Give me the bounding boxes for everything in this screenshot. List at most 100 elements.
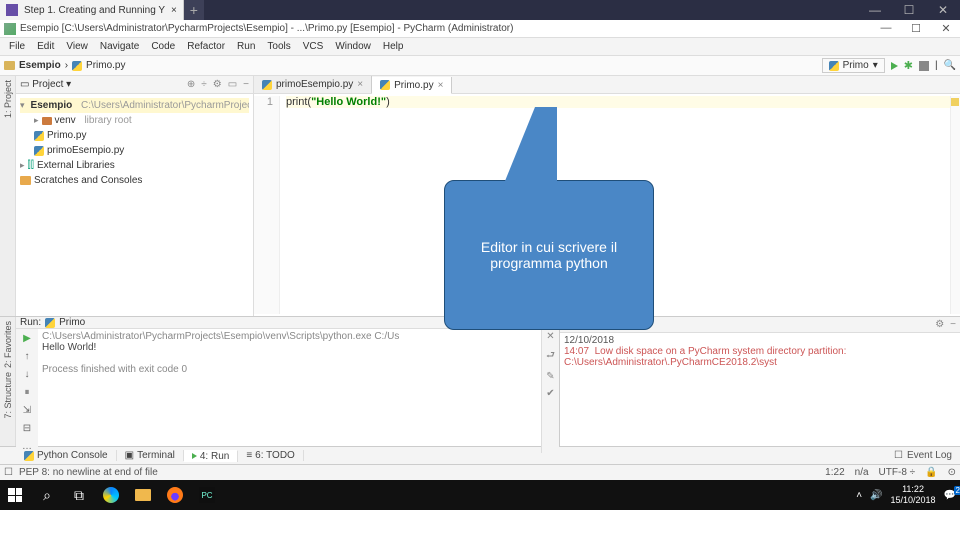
menu-view[interactable]: View <box>61 41 93 52</box>
wrap-button[interactable]: ⇲ <box>20 403 34 417</box>
panel-tool-icon[interactable]: ⊕ <box>187 79 195 90</box>
python-file-icon <box>34 146 44 156</box>
menu-edit[interactable]: Edit <box>32 41 59 52</box>
menu-run[interactable]: Run <box>232 41 260 52</box>
pycharm-icon: PC <box>199 487 215 503</box>
print-icon[interactable]: ⮐ <box>546 348 555 365</box>
encoding-selector[interactable]: UTF-8 ÷ <box>879 467 916 478</box>
pause-button[interactable]: ⏸ <box>20 385 34 399</box>
breadcrumb-project[interactable]: Esempio <box>19 60 61 71</box>
tab-python-console[interactable]: Python Console <box>16 450 117 461</box>
panel-tool-icon[interactable]: ▭ <box>228 79 237 90</box>
menu-tools[interactable]: Tools <box>262 41 295 52</box>
down-button[interactable]: ↓ <box>20 367 34 381</box>
tab-todo[interactable]: ≡ 6: TODO <box>238 450 304 461</box>
minimize-button[interactable]: — <box>876 22 896 35</box>
panel-tool-icon[interactable]: ÷ <box>201 79 207 90</box>
edit-icon[interactable]: ✎ <box>546 371 554 382</box>
hide-panel-icon[interactable]: − <box>243 79 249 90</box>
close-icon[interactable]: ✕ <box>546 331 554 342</box>
new-tab-button[interactable]: + <box>184 0 204 20</box>
event-log-output[interactable]: 12/10/2018 14:07 Low disk space on a PyC… <box>560 333 960 446</box>
tab-project[interactable]: 1: Project <box>3 80 13 118</box>
overview-icon[interactable]: ⊙ <box>948 467 956 478</box>
navigation-bar: Esempio › Primo.py Primo ▾ ✱ | 🔍 <box>0 56 960 76</box>
close-button[interactable]: ✕ <box>926 0 960 20</box>
close-tab-icon[interactable]: × <box>438 80 444 91</box>
menu-code[interactable]: Code <box>146 41 180 52</box>
menu-navigate[interactable]: Navigate <box>95 41 144 52</box>
breadcrumb-file[interactable]: Primo.py <box>86 60 125 71</box>
taskbar-pycharm[interactable]: PC <box>196 484 218 506</box>
tree-external-libraries[interactable]: ▸ ⫿⫿ External Libraries <box>20 158 249 173</box>
run-button[interactable] <box>891 62 898 70</box>
minimize-button[interactable]: — <box>858 0 892 20</box>
editor-tab-bar: primoEsempio.py × Primo.py × <box>254 76 960 94</box>
left-tool-gutter: 1: Project <box>0 76 16 316</box>
code-line[interactable]: print("Hello World!") <box>286 96 950 108</box>
menu-refactor[interactable]: Refactor <box>182 41 230 52</box>
maximize-button[interactable]: ☐ <box>906 22 926 35</box>
tab-favorites[interactable]: 2: Favorites <box>3 321 13 368</box>
run-action-gutter: ▶ ↑ ↓ ⏸ ⇲ ⊟ … <box>16 329 38 453</box>
maximize-button[interactable]: ☐ <box>892 0 926 20</box>
menu-help[interactable]: Help <box>378 41 409 52</box>
tree-file-primo[interactable]: Primo.py <box>34 128 249 143</box>
caret-position[interactable]: 1:22 <box>825 467 844 478</box>
start-button[interactable] <box>4 484 26 506</box>
system-clock[interactable]: 11:22 15/10/2018 <box>891 484 936 506</box>
close-icon[interactable]: × <box>171 5 177 16</box>
console-output[interactable]: C:\Users\Administrator\PycharmProjects\E… <box>38 329 541 453</box>
debug-button[interactable]: ✱ <box>904 59 913 72</box>
run-config-selector[interactable]: Primo ▾ <box>822 58 885 73</box>
tray-expand-icon[interactable]: ˄ <box>856 490 862 501</box>
browser-tab[interactable]: Step 1. Creating and Running Y × <box>0 0 184 20</box>
python-file-icon <box>829 61 839 71</box>
inspection-gutter <box>950 96 960 314</box>
tab-structure[interactable]: 7: Structure <box>3 372 13 419</box>
taskbar-firefox[interactable] <box>164 484 186 506</box>
tree-venv[interactable]: ▸ venv library root <box>34 113 249 128</box>
tab-run[interactable]: 4: Run <box>184 450 238 462</box>
editor-tab-primo[interactable]: Primo.py × <box>372 77 452 94</box>
taskbar-edge[interactable] <box>100 484 122 506</box>
expand-icon[interactable]: ▸ <box>34 113 39 128</box>
menu-file[interactable]: File <box>4 41 30 52</box>
editor-tab-primoesempio[interactable]: primoEsempio.py × <box>254 76 372 93</box>
python-icon <box>24 451 34 461</box>
rerun-button[interactable]: ▶ <box>20 331 34 345</box>
check-icon[interactable]: ✔ <box>546 388 554 399</box>
inspection-marker[interactable] <box>951 98 959 106</box>
search-button[interactable]: ⌕ <box>36 484 58 506</box>
task-view-button[interactable]: ⧉ <box>68 484 90 506</box>
hide-panel-icon[interactable]: − <box>950 319 956 330</box>
status-left-icon[interactable]: ☐ <box>4 467 13 478</box>
system-tray: ˄ 🔊 11:22 15/10/2018 💬 2 <box>856 484 956 506</box>
project-view-selector[interactable]: ▭ Project ▾ <box>20 79 71 90</box>
tree-scratches[interactable]: Scratches and Consoles <box>20 173 249 188</box>
lock-icon[interactable]: 🔒 <box>925 467 937 478</box>
menu-window[interactable]: Window <box>330 41 376 52</box>
tree-file-primoesempio[interactable]: primoEsempio.py <box>34 143 249 158</box>
expand-icon[interactable]: ▾ <box>20 98 25 113</box>
clear-button[interactable]: ⊟ <box>20 421 34 435</box>
favicon <box>6 4 18 16</box>
close-button[interactable]: ✕ <box>936 22 956 35</box>
tree-root[interactable]: ▾ Esempio C:\Users\Administrator\Pycharm… <box>20 98 249 113</box>
gear-icon[interactable]: ⚙ <box>935 319 944 330</box>
tray-volume-icon[interactable]: 🔊 <box>870 490 882 501</box>
close-tab-icon[interactable]: × <box>357 79 363 90</box>
run-icon <box>192 453 197 459</box>
taskbar-explorer[interactable] <box>132 484 154 506</box>
menu-vcs[interactable]: VCS <box>298 41 329 52</box>
up-button[interactable]: ↑ <box>20 349 34 363</box>
tab-terminal[interactable]: ▣ Terminal <box>117 450 184 461</box>
gear-icon[interactable]: ⚙ <box>213 79 222 90</box>
expand-icon[interactable]: ▸ <box>20 158 25 173</box>
project-tree[interactable]: ▾ Esempio C:\Users\Administrator\Pycharm… <box>16 94 253 192</box>
attach-button[interactable] <box>919 61 929 71</box>
tab-event-log[interactable]: ☐ Event Log <box>886 450 960 461</box>
search-everywhere-button[interactable]: 🔍 <box>944 60 956 71</box>
notifications-button[interactable]: 💬 2 <box>944 490 956 501</box>
library-root-tag: library root <box>84 113 131 128</box>
